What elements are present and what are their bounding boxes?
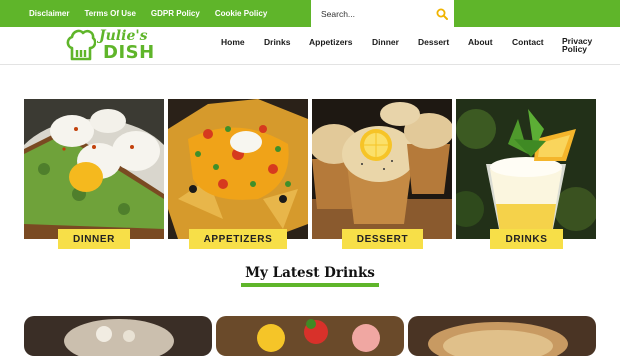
dessert-image (312, 99, 452, 239)
search-box (311, 0, 454, 27)
nav-dessert[interactable]: Dessert (418, 37, 449, 47)
drink-card-image (24, 316, 212, 356)
category-label-appetizers[interactable]: APPETIZERS (189, 229, 287, 249)
drink-card[interactable] (24, 316, 212, 356)
search-input[interactable] (311, 0, 431, 27)
site-header: Julie's DISH Home Drinks Appetizers Dinn… (0, 27, 620, 65)
category-tile-dessert[interactable] (312, 99, 452, 239)
category-tile-dinner[interactable] (24, 99, 164, 239)
category-tile-appetizers[interactable] (168, 99, 308, 239)
drink-card-image (408, 316, 596, 356)
nav-contact[interactable]: Contact (512, 37, 544, 47)
category-label-dessert[interactable]: DESSERT (342, 229, 423, 249)
category-tile-drinks[interactable] (456, 99, 596, 239)
section-title: My Latest Drinks (241, 265, 379, 287)
nav-drinks[interactable]: Drinks (264, 37, 290, 47)
category-label-dinner[interactable]: DINNER (58, 229, 130, 249)
nav-home[interactable]: Home (221, 37, 245, 47)
drink-card[interactable] (408, 316, 596, 356)
nav-appetizers[interactable]: Appetizers (309, 37, 352, 47)
terms-of-use-link[interactable]: Terms Of Use (84, 9, 135, 18)
cookie-policy-link[interactable]: Cookie Policy (215, 9, 267, 18)
logo-text-dish: DISH (103, 42, 155, 63)
disclaimer-link[interactable]: Disclaimer (29, 9, 69, 18)
site-logo[interactable]: Julie's DISH (66, 27, 161, 65)
nav-about[interactable]: About (468, 37, 493, 47)
dinner-image (24, 99, 164, 239)
gdpr-policy-link[interactable]: GDPR Policy (151, 9, 200, 18)
appetizers-image (168, 99, 308, 239)
drinks-image (456, 99, 596, 239)
top-bar: Disclaimer Terms Of Use GDPR Policy Cook… (0, 0, 620, 27)
chef-hat-icon (66, 29, 96, 61)
drink-card-image (216, 316, 404, 356)
nav-dinner[interactable]: Dinner (372, 37, 399, 47)
nav-privacy-policy[interactable]: Privacy Policy (562, 37, 602, 54)
search-icon[interactable] (436, 8, 448, 20)
drink-card[interactable] (216, 316, 404, 356)
top-links: Disclaimer Terms Of Use GDPR Policy Cook… (29, 0, 282, 27)
category-label-drinks[interactable]: DRINKS (490, 229, 563, 249)
section-heading: My Latest Drinks (0, 264, 620, 287)
